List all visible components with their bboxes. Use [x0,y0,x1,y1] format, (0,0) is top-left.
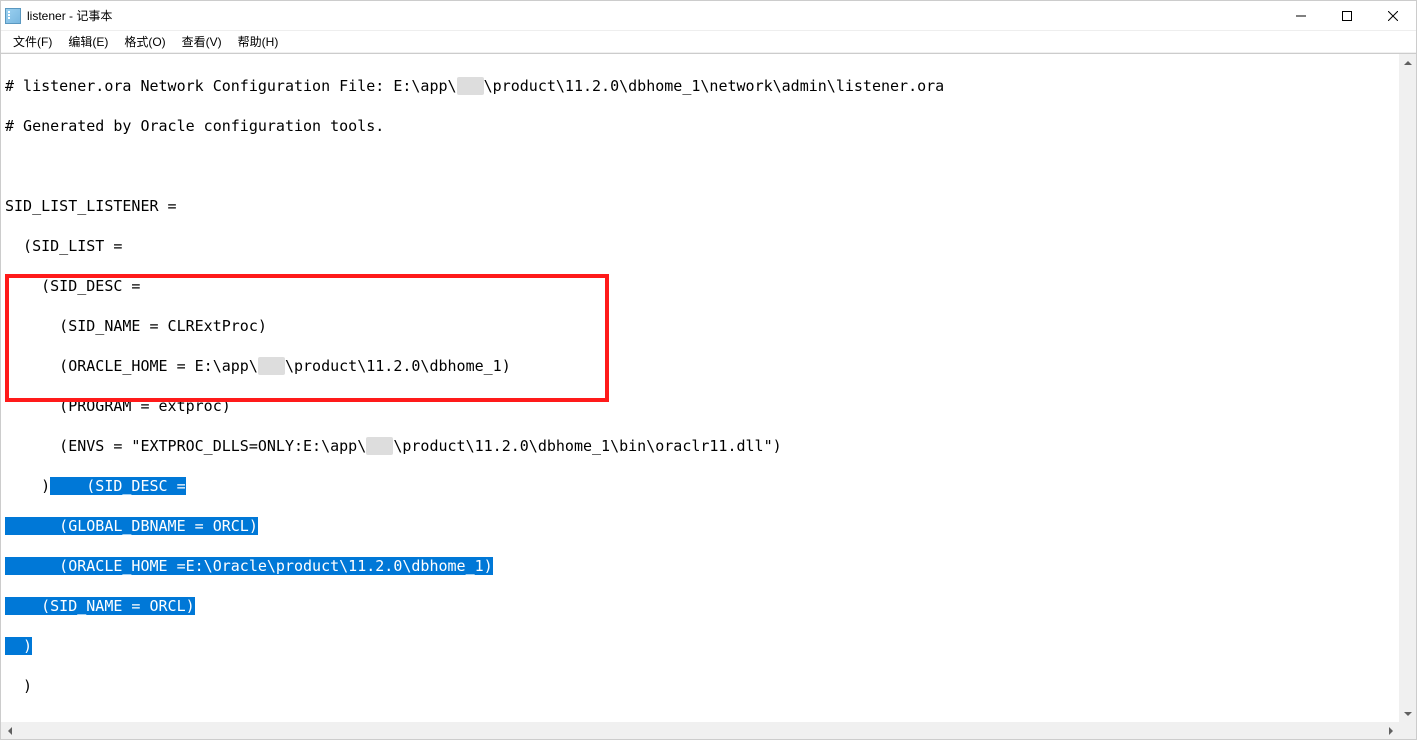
chevron-up-icon [1404,61,1412,65]
text-line: (SID_NAME = CLRExtProc) [5,316,1395,336]
text-line: (SID_LIST = [5,236,1395,256]
chevron-left-icon [8,727,12,735]
text-line: \product\11.2.0\dbhome_1\network\admin\l… [484,77,945,95]
selected-text: (ORACLE_HOME =E:\Oracle\product\11.2.0\d… [5,557,493,575]
selected-text: (GLOBAL_DBNAME = ORCL) [5,517,258,535]
notepad-icon [5,8,21,24]
menu-view[interactable]: 查看(V) [174,31,230,52]
titlebar-left: listener - 记事本 [5,7,112,24]
menu-format[interactable]: 格式(O) [116,31,173,52]
text-line: (PROGRAM = extproc) [5,396,1395,416]
scroll-right-button[interactable] [1382,722,1399,739]
scroll-left-button[interactable] [1,722,18,739]
redacted-text [366,437,393,455]
scroll-up-button[interactable] [1399,54,1416,71]
selected-text: (SID_NAME = ORCL) [5,597,195,615]
close-button[interactable] [1370,1,1416,31]
text-line: ) [5,477,50,495]
text-line: \product\11.2.0\dbhome_1\bin\oraclr11.dl… [393,437,781,455]
vertical-scrollbar[interactable] [1399,54,1416,722]
window-controls [1278,1,1416,31]
text-line: # listener.ora Network Configuration Fil… [5,77,457,95]
scroll-down-button[interactable] [1399,705,1416,722]
scrollbar-corner [1399,722,1416,739]
redacted-text [457,77,484,95]
window-title: listener - 记事本 [27,7,112,24]
chevron-right-icon [1389,727,1393,735]
chevron-down-icon [1404,712,1412,716]
text-line: (SID_DESC = [5,276,1395,296]
horizontal-scrollbar[interactable] [1,722,1399,739]
maximize-button[interactable] [1324,1,1370,31]
menubar: 文件(F) 编辑(E) 格式(O) 查看(V) 帮助(H) [1,31,1416,53]
editor-area: # listener.ora Network Configuration Fil… [1,53,1416,739]
menu-file[interactable]: 文件(F) [5,31,60,52]
text-line: \product\11.2.0\dbhome_1) [285,357,511,375]
text-line: (ORACLE_HOME = E:\app\ [5,357,258,375]
minimize-button[interactable] [1278,1,1324,31]
menu-edit[interactable]: 编辑(E) [60,31,116,52]
menu-help[interactable]: 帮助(H) [230,31,287,52]
text-editor[interactable]: # listener.ora Network Configuration Fil… [1,54,1399,722]
text-line: # Generated by Oracle configuration tool… [5,116,1395,136]
selected-text: ) [5,637,32,655]
text-line: ) [5,676,1395,696]
redacted-text [258,357,285,375]
text-line: SID_LIST_LISTENER = [5,196,1395,216]
titlebar: listener - 记事本 [1,1,1416,31]
text-line [5,156,1395,176]
selected-text: (SID_DESC = [50,477,185,495]
text-line: (ENVS = "EXTPROC_DLLS=ONLY:E:\app\ [5,437,366,455]
